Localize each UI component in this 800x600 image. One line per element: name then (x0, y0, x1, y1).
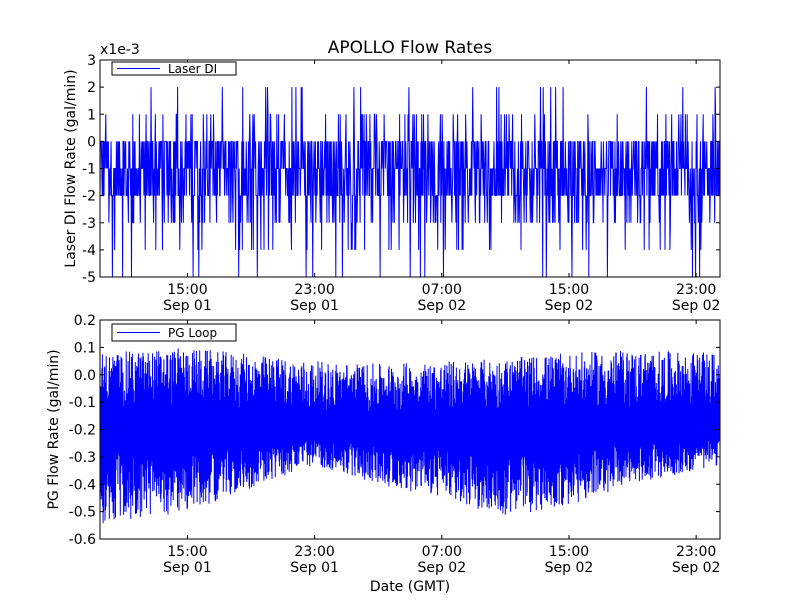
figure: APOLLO Flow Rates -5-4-3-2-10123 15:00Se… (0, 0, 800, 600)
y-axis-label-bottom: PG Flow Rate (gal/min) (46, 349, 62, 509)
x-tick-label-time: 23:00 (676, 544, 716, 560)
x-tick-label-date: Sep 02 (672, 298, 721, 314)
legend-label-pg-loop: PG Loop (168, 326, 217, 340)
y-tick-label: 3 (87, 53, 96, 69)
y-tick-label: 0.1 (74, 340, 96, 356)
y-tick-label: -2 (82, 189, 96, 205)
y-axis-label-top: Laser DI Flow Rate (gal/min) (63, 69, 79, 267)
chart-title: APOLLO Flow Rates (328, 38, 493, 58)
y-tick-label: 1 (87, 107, 96, 123)
x-tick-label-date: Sep 02 (417, 298, 466, 314)
y-tick-label: 0.0 (74, 368, 96, 384)
y-tick-label: -3 (82, 216, 96, 232)
x-tick-label-time: 15:00 (549, 544, 589, 560)
legend-label-laser-di: Laser DI (168, 62, 217, 76)
y-tick-label: -0.5 (69, 505, 96, 521)
x-tick-label-time: 07:00 (422, 544, 462, 560)
y-tick-label: -4 (82, 243, 96, 259)
x-tick-label-time: 07:00 (422, 282, 462, 298)
x-tick-label-time: 23:00 (676, 282, 716, 298)
y-tick-label: -0.1 (69, 395, 96, 411)
x-tick-label-time: 23:00 (294, 282, 334, 298)
x-tick-label-date: Sep 02 (545, 298, 594, 314)
x-tick-label-time: 15:00 (167, 544, 207, 560)
x-tick-label-time: 23:00 (294, 544, 334, 560)
y-tick-label: -1 (82, 162, 96, 178)
x-tick-label-date: Sep 01 (163, 560, 212, 576)
y-tick-label: -0.2 (69, 423, 96, 439)
y-tick-label: -0.3 (69, 450, 96, 466)
y-tick-label: 2 (87, 80, 96, 96)
x-tick-label-date: Sep 02 (417, 560, 466, 576)
legend-top: Laser DI (111, 61, 237, 76)
x-tick-label-date: Sep 01 (290, 560, 339, 576)
x-tick-label-date: Sep 01 (290, 298, 339, 314)
legend-bottom: PG Loop (111, 323, 237, 342)
y-tick-label: -0.4 (69, 477, 96, 493)
x-axis-label: Date (GMT) (370, 579, 450, 595)
offset-text: x1e-3 (100, 42, 140, 58)
y-tick-label: 0.2 (74, 313, 96, 329)
x-tick-label-date: Sep 01 (163, 298, 212, 314)
y-tick-label: 0 (87, 134, 96, 150)
x-tick-label-date: Sep 02 (672, 560, 721, 576)
y-tick-label: -0.6 (69, 532, 96, 548)
y-tick-label: -5 (82, 270, 96, 286)
x-tick-label-date: Sep 02 (545, 560, 594, 576)
x-tick-label-time: 15:00 (549, 282, 589, 298)
x-tick-label-time: 15:00 (167, 282, 207, 298)
